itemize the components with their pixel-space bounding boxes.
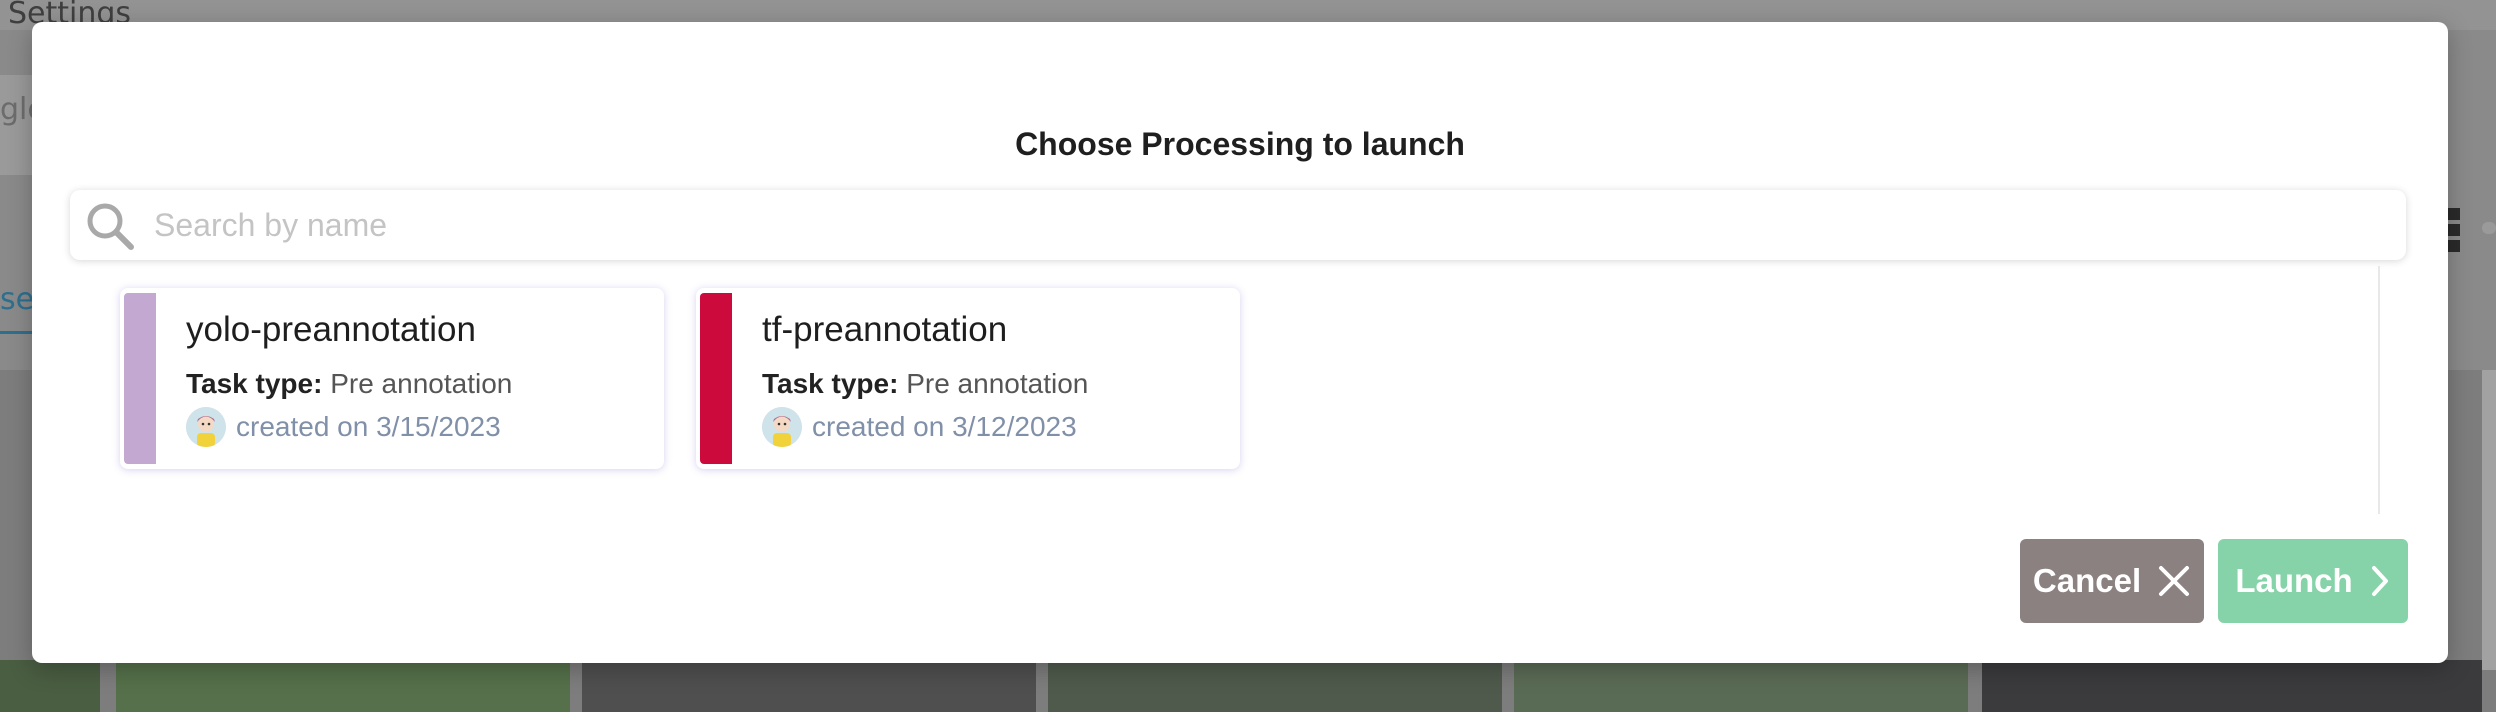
card-color-stripe: [700, 293, 732, 464]
launch-button[interactable]: Launch: [2218, 539, 2408, 623]
cancel-button-label: Cancel: [2032, 562, 2142, 599]
processing-card-tf-preannotation[interactable]: tf-preannotation Task type: Pre annotati…: [696, 288, 1240, 469]
avatar: [762, 407, 802, 447]
chevron-right-icon: [2369, 564, 2391, 598]
close-icon: [2157, 564, 2191, 598]
task-type-value: Pre annotation: [906, 368, 1089, 399]
card-created: created on 3/12/2023: [762, 406, 1077, 448]
created-date: created on 3/15/2023: [236, 411, 501, 442]
background-scrollbar: [2482, 370, 2496, 670]
card-title: yolo-preannotation: [186, 310, 476, 349]
card-created: created on 3/15/2023: [186, 406, 501, 448]
processing-list: yolo-preannotation Task type: Pre annota…: [70, 270, 2410, 515]
card-title: tf-preannotation: [762, 310, 1008, 349]
task-type-value: Pre annotation: [330, 368, 513, 399]
card-color-stripe: [124, 293, 156, 464]
card-task-type: Task type: Pre annotation: [186, 368, 512, 400]
background-toggle: [2482, 222, 2496, 234]
avatar: [186, 407, 226, 447]
processing-modal: Choose Processing to launch yolo-preanno…: [32, 22, 2448, 663]
cancel-button[interactable]: Cancel: [2020, 539, 2204, 623]
list-scrollbar[interactable]: [2378, 266, 2380, 514]
search-icon: [82, 198, 138, 254]
modal-title: Choose Processing to launch: [1015, 126, 1465, 162]
processing-card-yolo-preannotation[interactable]: yolo-preannotation Task type: Pre annota…: [120, 288, 664, 469]
task-type-label: Task type:: [186, 368, 323, 399]
task-type-label: Task type:: [762, 368, 899, 399]
search-bar: [70, 190, 2406, 260]
launch-button-label: Launch: [2235, 562, 2353, 599]
card-task-type: Task type: Pre annotation: [762, 368, 1088, 400]
created-date: created on 3/12/2023: [812, 411, 1077, 442]
search-input[interactable]: [154, 190, 2384, 260]
